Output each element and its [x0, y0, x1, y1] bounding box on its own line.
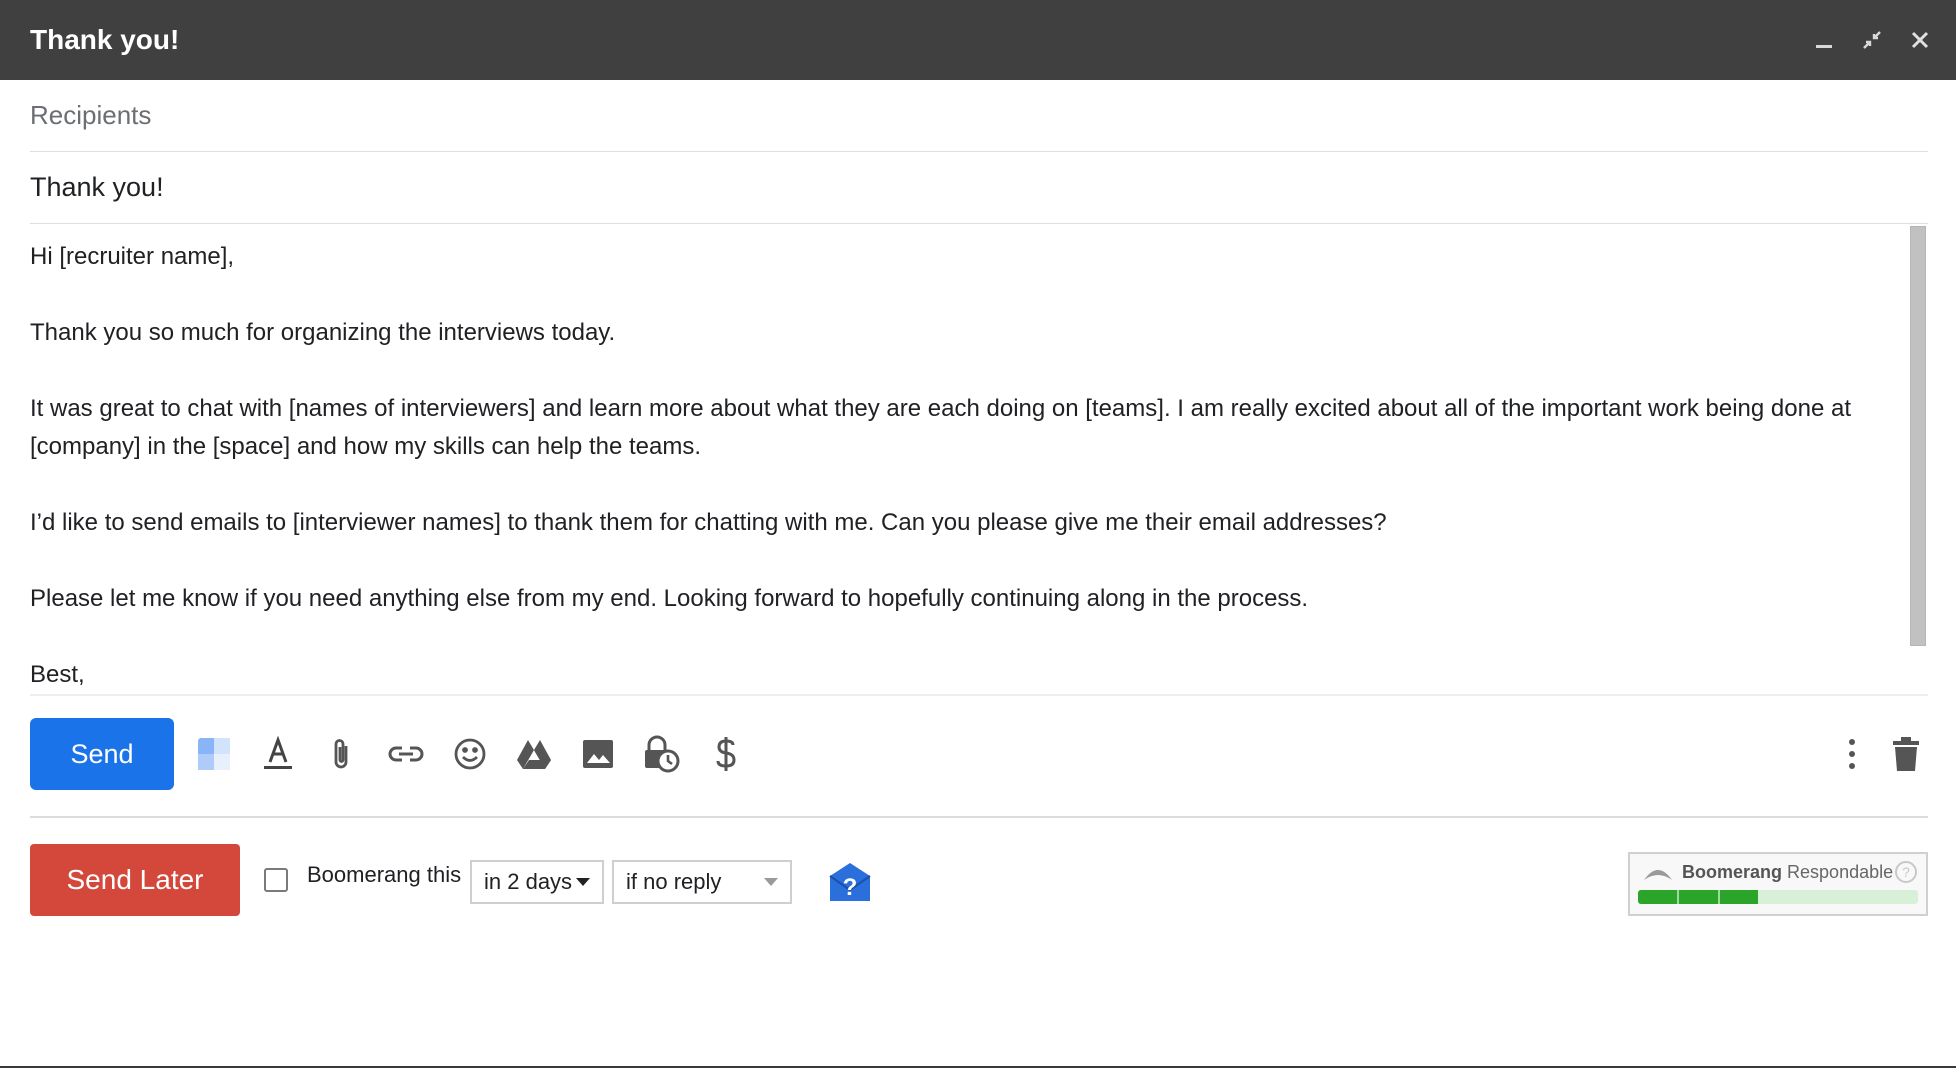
text-format-icon[interactable]	[256, 732, 300, 776]
respondable-score-fill	[1638, 890, 1759, 904]
subject-field[interactable]: Thank you!	[30, 152, 1928, 224]
body-line-request: I’d like to send emails to [interviewer …	[30, 509, 1387, 536]
chevron-down-icon	[576, 878, 590, 886]
body-line-greeting: Hi [recruiter name],	[30, 243, 235, 270]
boomerang-logo-icon	[1644, 870, 1672, 880]
send-later-button[interactable]: Send Later	[30, 844, 240, 916]
compose-titlebar[interactable]: Thank you!	[0, 0, 1956, 80]
boomerang-condition-value: if no reply	[626, 869, 722, 894]
svg-text:?: ?	[1902, 864, 1910, 880]
help-circle-icon[interactable]: ?	[1894, 860, 1918, 884]
respondable-score-bar	[1638, 890, 1918, 904]
photo-icon[interactable]	[576, 732, 620, 776]
more-options-icon[interactable]	[1830, 732, 1874, 776]
minimize-icon[interactable]	[1810, 26, 1838, 54]
respondable-widget[interactable]: Boomerang Respondable ?	[1628, 852, 1928, 916]
boomerang-bar: Send Later Boomerang this in 2 days if n…	[30, 818, 1928, 938]
body-line-followup: Please let me know if you need anything …	[30, 585, 1309, 612]
drive-icon[interactable]	[512, 732, 556, 776]
subject-value: Thank you!	[30, 172, 164, 202]
trash-icon[interactable]	[1884, 732, 1928, 776]
svg-text:?: ?	[843, 874, 858, 901]
template-icon[interactable]	[192, 732, 236, 776]
body-scrollbar[interactable]	[1910, 226, 1926, 646]
respondable-product: Respondable	[1787, 862, 1894, 882]
money-icon[interactable]	[704, 732, 748, 776]
boomerang-when-select[interactable]: in 2 days	[470, 860, 604, 904]
boomerang-help-icon[interactable]: ?	[828, 860, 872, 904]
confidential-icon[interactable]	[640, 732, 684, 776]
boomerang-condition-select[interactable]: if no reply	[612, 860, 792, 904]
attach-icon[interactable]	[320, 732, 364, 776]
message-body[interactable]: Hi [recruiter name], Thank you so much f…	[30, 224, 1928, 696]
boomerang-checkbox[interactable]	[264, 868, 288, 892]
recipients-field[interactable]: Recipients	[30, 80, 1928, 152]
emoji-icon[interactable]	[448, 732, 492, 776]
send-button[interactable]: Send	[30, 718, 174, 790]
body-line-signoff: Best,	[30, 661, 85, 688]
exit-fullscreen-icon[interactable]	[1858, 26, 1886, 54]
boomerang-checkbox-label: Boomerang this	[307, 862, 462, 887]
close-icon[interactable]	[1906, 26, 1934, 54]
body-line-interviewers: It was great to chat with [names of inte…	[30, 395, 1851, 460]
recipients-placeholder: Recipients	[30, 100, 152, 130]
link-icon[interactable]	[384, 732, 428, 776]
compose-title: Thank you!	[30, 24, 180, 55]
compose-toolbar: Send	[30, 696, 1928, 818]
chevron-down-icon	[764, 878, 778, 886]
boomerang-when-value: in 2 days	[484, 869, 573, 894]
body-line-thanks: Thank you so much for organizing the int…	[30, 319, 616, 346]
respondable-brand: Boomerang	[1682, 862, 1783, 882]
